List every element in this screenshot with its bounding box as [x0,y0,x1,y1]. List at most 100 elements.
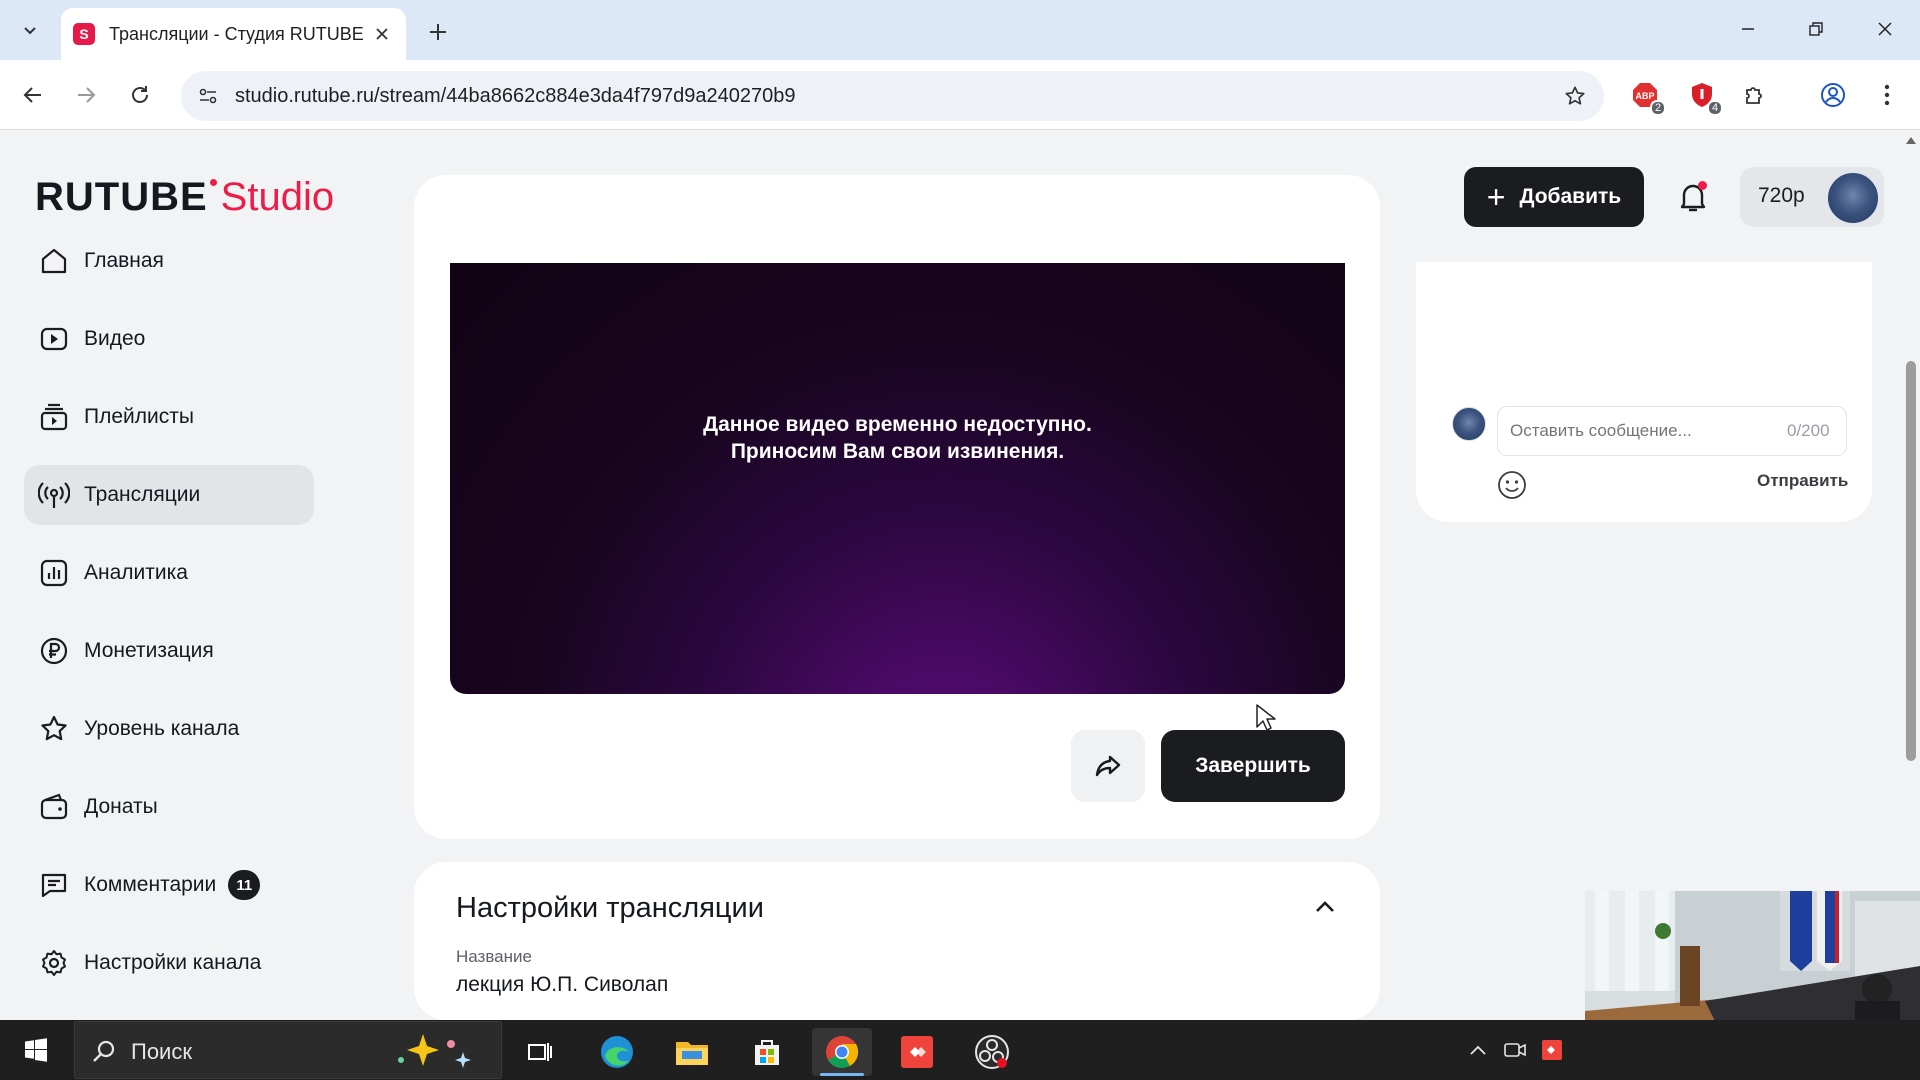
anydesk-icon [901,1036,933,1068]
video-message-line2: Приносим Вам свои извинения. [730,440,1065,463]
start-button[interactable] [14,1032,58,1068]
home-icon [38,245,70,277]
collapse-settings-button[interactable] [1310,892,1340,922]
search-placeholder: Поиск [131,1039,192,1064]
reload-icon [132,86,148,103]
logo-main-text: RUTUBE [35,175,208,219]
search-icon [93,1040,115,1062]
profile-button[interactable] [1816,78,1850,112]
sidebar-item-monetization[interactable]: Монетизация [24,621,314,681]
wallet-icon [38,791,70,823]
sidebar-item-label: Видео [84,327,146,350]
back-button[interactable] [15,77,51,113]
browser-menu-button[interactable] [1870,78,1904,112]
sidebar-item-channel-level[interactable]: Уровень канала [24,699,314,759]
store-icon [755,1040,779,1065]
scrollbar-thumb[interactable] [1906,361,1916,761]
adblock-extension-button[interactable]: ABP 2 [1628,78,1666,116]
camera-icon [1504,1043,1526,1057]
sidebar-item-label: Монетизация [84,639,214,662]
address-bar[interactable]: studio.rutube.ru/stream/44ba8662c884e3da… [181,71,1604,121]
svg-text:ABP: ABP [1635,91,1654,101]
minimize-button[interactable] [1720,8,1776,50]
more-vertical-icon [1884,84,1890,106]
rutube-favicon-icon: S [73,23,95,45]
ruble-icon [38,635,70,667]
site-info-icon[interactable] [195,83,221,109]
browser-tab-active[interactable]: S Трансляции - Студия RUTUBE [61,8,406,60]
sidebar-item-label: Главная [84,249,164,272]
page-scrollbar[interactable] [1902,131,1920,1020]
channel-profile-button[interactable]: 720p [1740,167,1884,227]
stream-name-value[interactable]: лекция Ю.П. Сиволап [456,973,668,997]
close-icon [376,28,388,40]
reload-button[interactable] [122,77,158,113]
task-view-icon [528,1043,552,1061]
notifications-button[interactable] [1671,175,1715,219]
add-button[interactable]: + Добавить [1464,167,1644,227]
sidebar-item-donations[interactable]: Донаты [24,777,314,837]
store-taskbar-button[interactable] [737,1028,797,1076]
tab-close-button[interactable] [370,22,394,46]
sidebar-item-streams[interactable]: Трансляции [24,465,314,525]
comment-icon [38,869,70,901]
mouse-cursor-icon [1256,704,1276,731]
sidebar-item-playlists[interactable]: Плейлисты [24,387,314,447]
emoji-button[interactable] [1495,468,1529,502]
close-window-button[interactable] [1857,8,1913,50]
sidebar-item-home[interactable]: Главная [24,231,314,291]
sidebar-item-channel-settings[interactable]: Настройки канала [24,933,314,993]
obs-taskbar-button[interactable] [962,1028,1022,1076]
sidebar-item-video[interactable]: Видео [24,309,314,369]
channel-name: 720p [1758,184,1805,207]
taskbar-search[interactable]: Поиск [74,1021,502,1079]
tray-overflow-button[interactable] [1466,1038,1490,1062]
shield-extension-button[interactable]: 4 [1685,78,1723,116]
tray-camera-button[interactable] [1503,1038,1527,1062]
video-unavailable-message: Данное видео временно недоступно. Принос… [450,411,1345,465]
sidebar-item-label: Плейлисты [84,405,194,428]
edge-icon [601,1036,633,1068]
comments-count-badge: 11 [228,870,261,900]
send-message-button[interactable]: Отправить [1757,471,1848,491]
notification-dot [1698,181,1707,190]
sidebar-item-label: Трансляции [84,483,201,506]
sidebar-item-comments[interactable]: Комментарии 11 [24,855,314,915]
plus-icon: + [1486,179,1506,215]
forward-button[interactable] [68,77,104,113]
chrome-taskbar-button[interactable] [812,1028,872,1076]
tray-anydesk-button[interactable] [1540,1038,1564,1062]
video-player[interactable]: Данное видео временно недоступно. Принос… [450,263,1345,694]
gear-icon [38,947,70,979]
restore-icon [1809,22,1823,36]
edge-taskbar-button[interactable] [587,1028,647,1076]
smile-icon [1498,471,1526,499]
file-explorer-taskbar-button[interactable] [662,1028,722,1076]
share-button[interactable] [1071,730,1145,802]
playlist-icon [38,401,70,433]
bookmark-star-button[interactable] [1560,81,1590,111]
minimize-icon [1742,28,1754,30]
sidebar-item-label: Аналитика [84,561,188,584]
add-button-label: Добавить [1519,185,1622,208]
new-tab-button[interactable] [420,14,456,50]
restore-button[interactable] [1788,8,1844,50]
broadcast-icon [38,479,70,511]
avatar [1452,407,1486,441]
extension-badge: 2 [1650,100,1666,116]
task-view-button[interactable] [510,1028,570,1076]
star-icon [1565,86,1585,105]
extensions-button[interactable] [1738,78,1772,112]
logo-studio-text: Studio [220,175,335,219]
finish-stream-button[interactable]: Завершить [1161,730,1345,802]
scroll-up-arrow-icon[interactable] [1906,137,1916,144]
rutube-studio-logo[interactable]: RUTUBE Studio [35,175,334,219]
stream-name-label: Название [456,947,532,966]
plus-icon [430,24,446,40]
stream-settings-card: Настройки трансляции Название лекция Ю.П… [414,862,1380,1020]
tab-search-button[interactable] [10,11,50,49]
sidebar-item-label: Комментарии [84,873,217,896]
sidebar-item-analytics[interactable]: Аналитика [24,543,314,603]
windows-taskbar: Поиск [0,1020,1920,1080]
anydesk-taskbar-button[interactable] [887,1028,947,1076]
